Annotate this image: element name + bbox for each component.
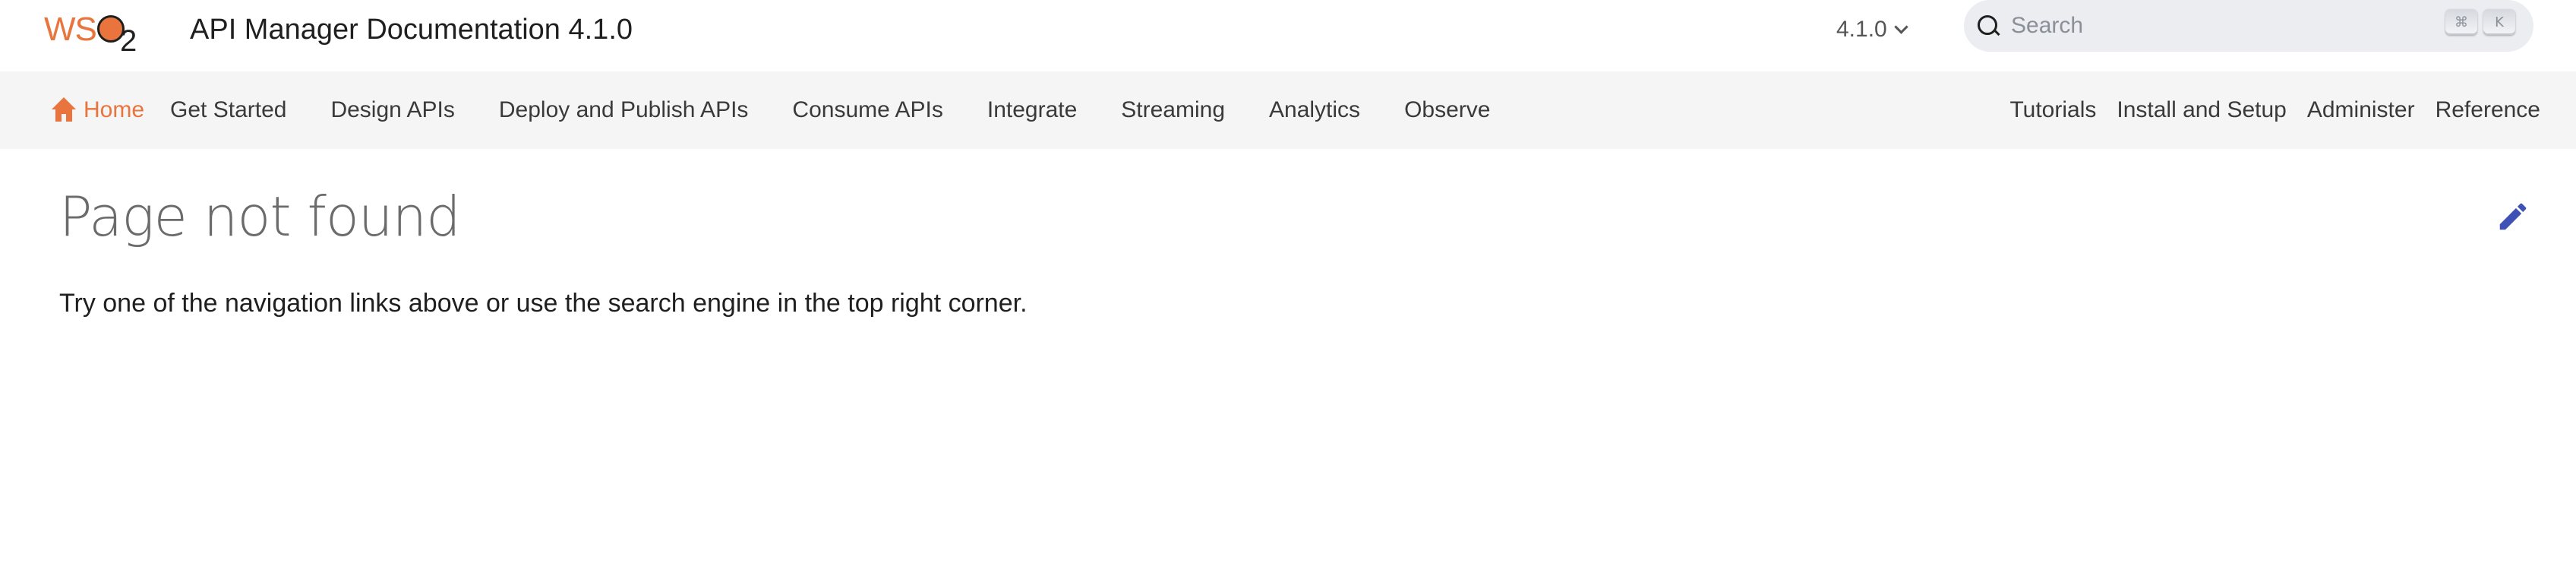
search-shortcut: ⌘ K (2445, 9, 2515, 35)
nav-item-get-started[interactable]: Get Started (170, 97, 286, 123)
command-key: ⌘ (2445, 9, 2477, 35)
search-input[interactable]: Search ⌘ K (1964, 0, 2533, 52)
k-key: K (2483, 9, 2515, 35)
logo-subscript: 2 (120, 24, 137, 58)
nav-item-deploy-publish-apis[interactable]: Deploy and Publish APIs (499, 97, 749, 123)
nav-item-integrate[interactable]: Integrate (987, 97, 1077, 123)
nav-item-tutorials[interactable]: Tutorials (2009, 97, 2096, 123)
nav-item-reference[interactable]: Reference (2436, 97, 2540, 123)
version-selector[interactable]: 4.1.0 (1836, 17, 1908, 43)
site-title[interactable]: API Manager Documentation 4.1.0 (190, 14, 633, 46)
pencil-icon[interactable] (2496, 199, 2530, 234)
wso2-logo[interactable]: WSO 2 (44, 9, 143, 58)
nav-item-administer[interactable]: Administer (2307, 97, 2415, 123)
nav-item-observe[interactable]: Observe (1404, 97, 1490, 123)
nav-item-home[interactable]: Home (50, 97, 144, 123)
page-title: Page not found (59, 185, 461, 249)
chevron-down-icon (1894, 19, 1908, 34)
nav-item-design-apis[interactable]: Design APIs (330, 97, 454, 123)
home-icon (50, 97, 77, 123)
nav-home-label: Home (84, 97, 145, 122)
nav-item-consume-apis[interactable]: Consume APIs (792, 97, 942, 123)
version-label: 4.1.0 (1836, 17, 1887, 42)
search-placeholder: Search (2011, 13, 2084, 38)
search-icon (1975, 12, 2002, 40)
nav-item-streaming[interactable]: Streaming (1121, 97, 1225, 123)
nav-left-group: Home Get Started Design APIs Deploy and … (50, 71, 1490, 149)
main-navigation: Home Get Started Design APIs Deploy and … (0, 71, 2576, 149)
nav-item-install-setup[interactable]: Install and Setup (2117, 97, 2287, 123)
nav-item-analytics[interactable]: Analytics (1269, 97, 1360, 123)
nav-right-group: Tutorials Install and Setup Administer R… (2009, 71, 2540, 149)
not-found-message: Try one of the navigation links above or… (59, 289, 1028, 318)
top-header: WSO 2 API Manager Documentation 4.1.0 4.… (0, 0, 2576, 71)
